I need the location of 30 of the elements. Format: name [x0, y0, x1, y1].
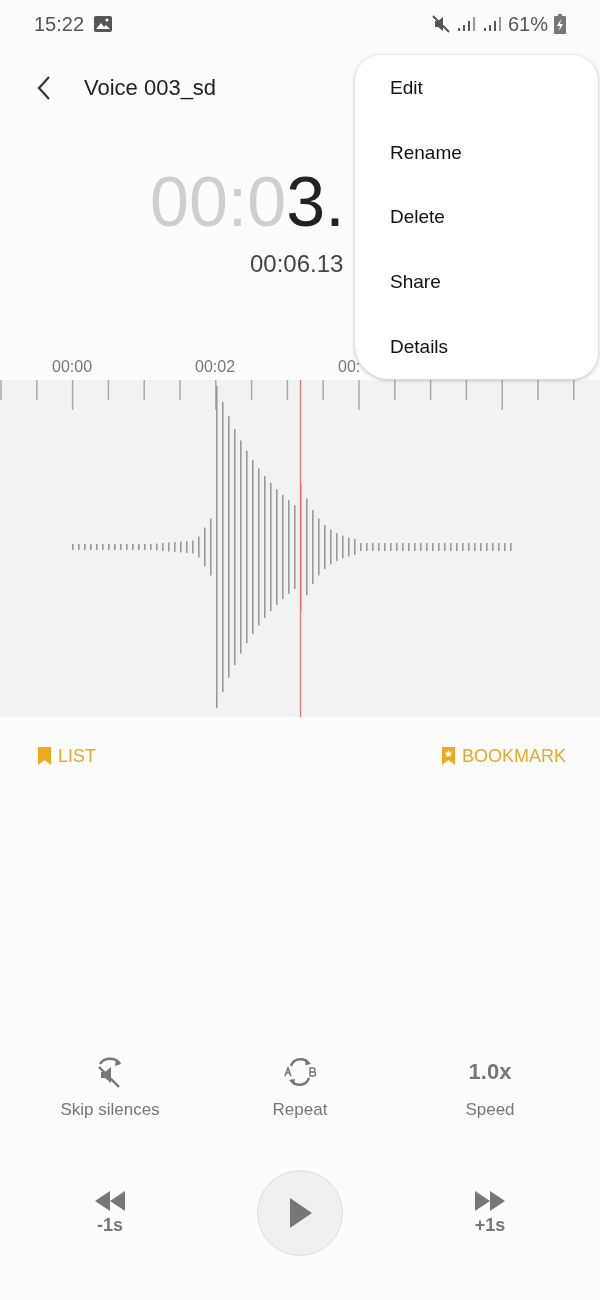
signal-icon	[455, 16, 476, 32]
menu-item[interactable]: Share	[355, 249, 598, 315]
skip-silences-button[interactable]: Skip silences	[0, 1040, 220, 1130]
menu-item[interactable]: Rename	[355, 120, 598, 186]
ruler-label: 00:	[338, 358, 361, 376]
menu-item[interactable]: Delete	[355, 185, 598, 250]
ruler-label: 00:02	[195, 358, 236, 376]
bookmark-icon	[38, 747, 51, 765]
recording-title: Voice 003_sd	[84, 75, 217, 101]
bookmark-star-icon	[441, 747, 455, 765]
rewind-button[interactable]: -1s	[0, 1190, 220, 1236]
play-icon	[288, 1198, 312, 1228]
speed-button[interactable]: 1.0x Speed	[380, 1040, 600, 1130]
rewind-icon	[95, 1190, 125, 1211]
fast-forward-icon	[475, 1190, 505, 1211]
menu-item[interactable]: Edit	[355, 56, 598, 121]
mute-icon	[431, 15, 450, 33]
signal-icon	[481, 16, 502, 32]
speed-value: 1.0x	[468, 1059, 512, 1085]
ruler-label: 00:00	[52, 358, 93, 376]
status-time: 15:22	[34, 12, 85, 36]
forward-button[interactable]: +1s	[380, 1190, 600, 1236]
playhead-line[interactable]	[299, 380, 302, 717]
image-icon	[94, 16, 113, 32]
repeat-button[interactable]: Repeat	[220, 1040, 380, 1130]
battery-level: 61%	[507, 12, 548, 36]
ab-repeat-icon	[283, 1056, 317, 1088]
battery-icon	[554, 14, 566, 34]
total-duration: 00:06.13	[250, 250, 345, 278]
skip-silence-icon	[96, 1056, 124, 1088]
